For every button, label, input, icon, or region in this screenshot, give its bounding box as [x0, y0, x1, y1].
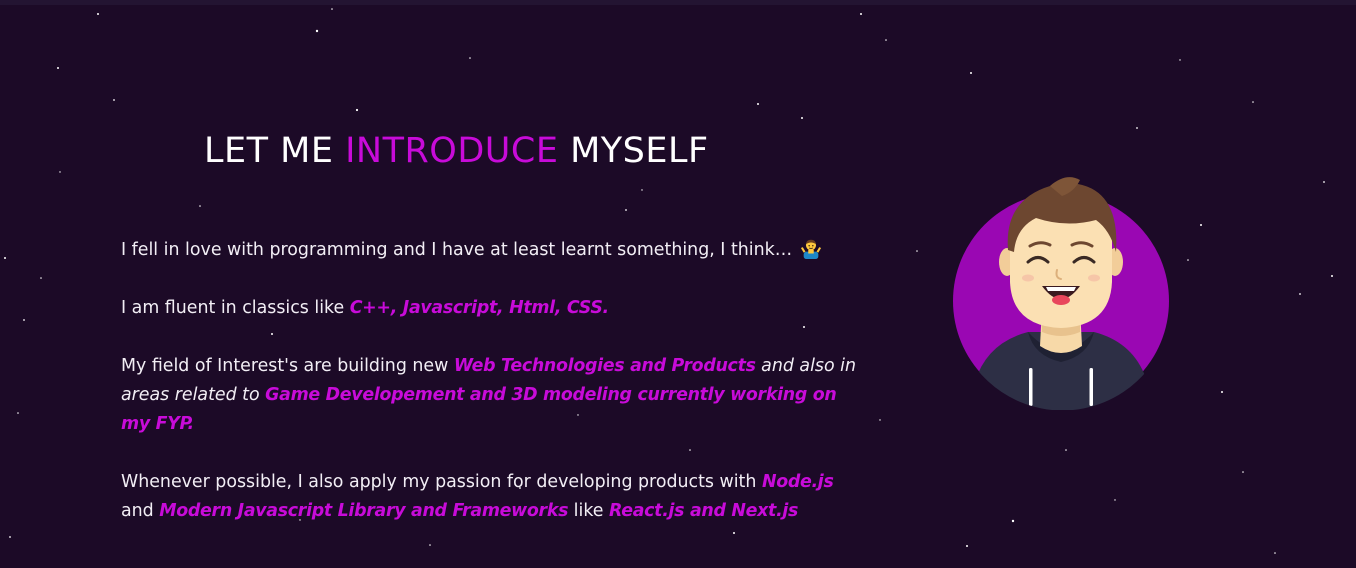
- languages-highlight: C++, Javascript, Html, CSS.: [349, 298, 609, 318]
- about-paragraph-3-text: My field of Interest's are building new: [121, 356, 454, 376]
- about-paragraph-4-text-3: like: [568, 501, 610, 521]
- about-paragraph-4-text-2: and: [121, 501, 160, 521]
- title-part-1: LET ME: [204, 131, 334, 171]
- title-accent: INTRODUCE: [345, 131, 559, 171]
- interest-web-highlight: Web Technologies and Products: [453, 356, 756, 376]
- title-part-2: MYSELF: [570, 131, 709, 171]
- page-title: LET ME INTRODUCE MYSELF: [204, 127, 709, 175]
- frameworks-highlight: Modern Javascript Library and Frameworks: [159, 501, 569, 521]
- about-paragraph-4: Whenever possible, I also apply my passi…: [121, 468, 866, 526]
- about-paragraph-2-text: I am fluent in classics like: [121, 298, 350, 318]
- top-bar: [0, 0, 1356, 5]
- about-text: I fell in love with programming and I ha…: [121, 236, 866, 526]
- person-shrugging-icon: [800, 239, 821, 259]
- about-paragraph-2: I am fluent in classics like C++, Javasc…: [121, 294, 866, 323]
- developer-avatar-icon: [953, 177, 1169, 410]
- react-next-highlight: React.js and Next.js: [609, 501, 799, 521]
- about-paragraph-1-text: I fell in love with programming and I ha…: [121, 240, 798, 260]
- nodejs-highlight: Node.js: [761, 472, 834, 492]
- about-paragraph-3: My field of Interest's are building new …: [121, 352, 866, 439]
- about-paragraph-4-text: Whenever possible, I also apply my passi…: [121, 472, 762, 492]
- about-paragraph-1: I fell in love with programming and I ha…: [121, 236, 866, 265]
